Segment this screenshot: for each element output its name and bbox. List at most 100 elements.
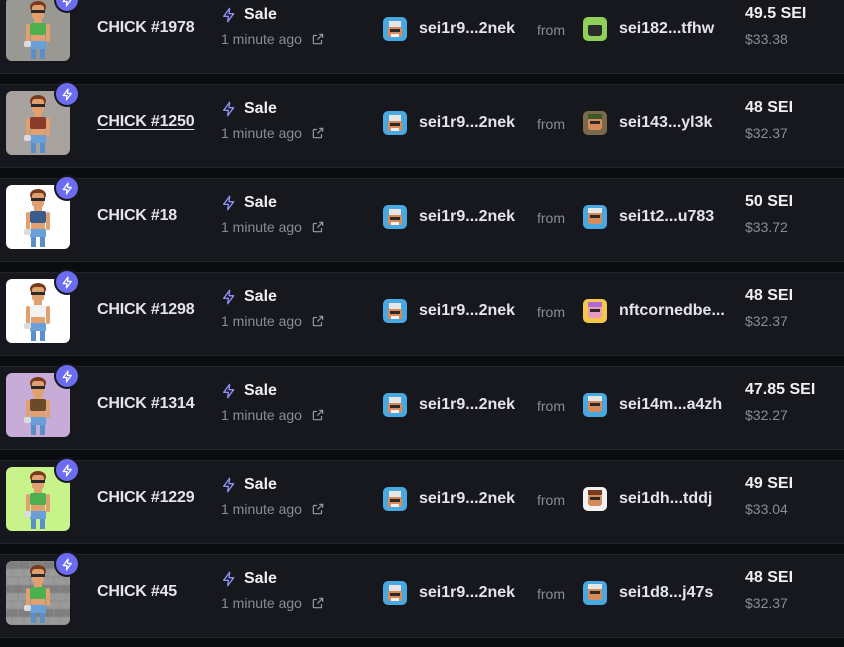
event-timestamp: 1 minute ago: [221, 313, 302, 329]
lightning-icon: [223, 101, 235, 117]
external-link-icon[interactable]: [311, 314, 325, 328]
buyer-avatar: [383, 205, 407, 229]
seller-address[interactable]: sei14m...a4zh: [583, 393, 722, 417]
activity-row[interactable]: CHICK #1229 Sale 1 minute ago sei1r9...2…: [0, 459, 844, 544]
activity-row[interactable]: CHICK #1298 Sale 1 minute ago sei1r9...2…: [0, 271, 844, 356]
buyer-address-text[interactable]: sei1r9...2nek: [419, 114, 515, 132]
price-block: 50 SEI $33.72: [745, 193, 793, 235]
buyer-address-text[interactable]: sei1r9...2nek: [419, 490, 515, 508]
buyer-avatar: [383, 17, 407, 41]
seller-address[interactable]: nftcornedbe...: [583, 299, 725, 323]
nft-name-link[interactable]: CHICK #1314: [97, 395, 195, 413]
buyer-address[interactable]: sei1r9...2nek: [383, 17, 515, 41]
seller-address-text[interactable]: sei182...tfhw: [619, 20, 714, 38]
buyer-avatar: [383, 111, 407, 135]
activity-row[interactable]: CHICK #45 Sale 1 minute ago sei1r9...2ne…: [0, 553, 844, 638]
external-link-icon[interactable]: [311, 502, 325, 516]
from-label: from: [537, 586, 565, 602]
external-link-icon[interactable]: [311, 32, 325, 46]
from-label: from: [537, 398, 565, 414]
buyer-avatar: [383, 581, 407, 605]
buyer-address-text[interactable]: sei1r9...2nek: [419, 208, 515, 226]
nft-name-link[interactable]: CHICK #18: [97, 207, 177, 225]
nft-thumbnail-wrap[interactable]: [6, 365, 78, 437]
seller-address-text[interactable]: sei143...yl3k: [619, 114, 712, 132]
price-block: 48 SEI $32.37: [745, 99, 793, 141]
activity-row[interactable]: CHICK #1314 Sale 1 minute ago sei1r9...2…: [0, 365, 844, 450]
event-timestamp: 1 minute ago: [221, 595, 302, 611]
event-type-label: Sale: [244, 100, 277, 117]
event-type-label: Sale: [244, 476, 277, 493]
nft-thumbnail-wrap[interactable]: [6, 0, 78, 61]
nft-thumbnail-wrap[interactable]: [6, 459, 78, 531]
seller-avatar: [583, 581, 607, 605]
buyer-address[interactable]: sei1r9...2nek: [383, 487, 515, 511]
nft-name-link[interactable]: CHICK #45: [97, 583, 177, 601]
price-usd: $33.04: [745, 501, 788, 517]
buyer-address[interactable]: sei1r9...2nek: [383, 205, 515, 229]
buyer-address-text[interactable]: sei1r9...2nek: [419, 302, 515, 320]
event-timestamp: 1 minute ago: [221, 501, 302, 517]
nft-thumbnail-wrap[interactable]: [6, 83, 78, 155]
seller-address[interactable]: sei143...yl3k: [583, 111, 712, 135]
seller-avatar: [583, 17, 607, 41]
buyer-avatar: [383, 299, 407, 323]
seller-address-text[interactable]: sei1t2...u783: [619, 208, 714, 226]
price-usd: $33.38: [745, 31, 788, 47]
lightning-icon: [223, 289, 235, 305]
event-type-label: Sale: [244, 6, 277, 23]
price-usd: $33.72: [745, 219, 788, 235]
event-type-label: Sale: [244, 194, 277, 211]
lightning-badge-icon: [56, 365, 78, 387]
nft-thumbnail-wrap[interactable]: [6, 271, 78, 343]
seller-avatar: [583, 111, 607, 135]
seller-avatar: [583, 205, 607, 229]
seller-address-text[interactable]: sei14m...a4zh: [619, 396, 722, 414]
price-sei: 48 SEI: [745, 569, 794, 586]
activity-row[interactable]: CHICK #1250 Sale 1 minute ago sei1r9...2…: [0, 83, 844, 168]
nft-name-link[interactable]: CHICK #1229: [97, 489, 195, 507]
buyer-address[interactable]: sei1r9...2nek: [383, 393, 515, 417]
external-link-icon[interactable]: [311, 596, 325, 610]
lightning-badge-icon: [56, 271, 78, 293]
nft-name-link[interactable]: CHICK #1978: [97, 19, 195, 37]
price-block: 47.85 SEI $32.27: [745, 381, 815, 423]
nft-name-link[interactable]: CHICK #1298: [97, 301, 195, 319]
lightning-icon: [223, 195, 235, 211]
nft-thumbnail-wrap[interactable]: [6, 177, 78, 249]
nft-thumbnail-wrap[interactable]: [6, 553, 78, 625]
seller-address[interactable]: sei1dh...tddj: [583, 487, 712, 511]
event-timestamp: 1 minute ago: [221, 125, 302, 141]
seller-address-text[interactable]: sei1d8...j47s: [619, 584, 713, 602]
seller-address-text[interactable]: sei1dh...tddj: [619, 490, 712, 508]
from-label: from: [537, 116, 565, 132]
buyer-avatar: [383, 393, 407, 417]
seller-address[interactable]: sei1d8...j47s: [583, 581, 713, 605]
buyer-address[interactable]: sei1r9...2nek: [383, 299, 515, 323]
buyer-address-text[interactable]: sei1r9...2nek: [419, 584, 515, 602]
external-link-icon[interactable]: [311, 220, 325, 234]
from-label: from: [537, 210, 565, 226]
buyer-address[interactable]: sei1r9...2nek: [383, 581, 515, 605]
buyer-address-text[interactable]: sei1r9...2nek: [419, 20, 515, 38]
price-usd: $32.37: [745, 595, 788, 611]
activity-row[interactable]: CHICK #1978 Sale 1 minute ago sei1r9...2…: [0, 0, 844, 74]
price-block: 48 SEI $32.37: [745, 287, 793, 329]
from-label: from: [537, 492, 565, 508]
event-timestamp: 1 minute ago: [221, 219, 302, 235]
buyer-address-text[interactable]: sei1r9...2nek: [419, 396, 515, 414]
lightning-badge-icon: [56, 83, 78, 105]
event-info: Sale 1 minute ago: [221, 193, 351, 235]
buyer-address[interactable]: sei1r9...2nek: [383, 111, 515, 135]
activity-list: CHICK #1978 Sale 1 minute ago sei1r9...2…: [0, 0, 844, 647]
seller-address-text[interactable]: nftcornedbe...: [619, 302, 725, 320]
seller-address[interactable]: sei182...tfhw: [583, 17, 714, 41]
external-link-icon[interactable]: [311, 408, 325, 422]
seller-address[interactable]: sei1t2...u783: [583, 205, 714, 229]
price-usd: $32.27: [745, 407, 788, 423]
activity-row[interactable]: CHICK #18 Sale 1 minute ago sei1r9...2ne…: [0, 177, 844, 262]
external-link-icon[interactable]: [311, 126, 325, 140]
event-type-label: Sale: [244, 382, 277, 399]
price-usd: $32.37: [745, 313, 788, 329]
nft-name-link[interactable]: CHICK #1250: [97, 113, 195, 131]
